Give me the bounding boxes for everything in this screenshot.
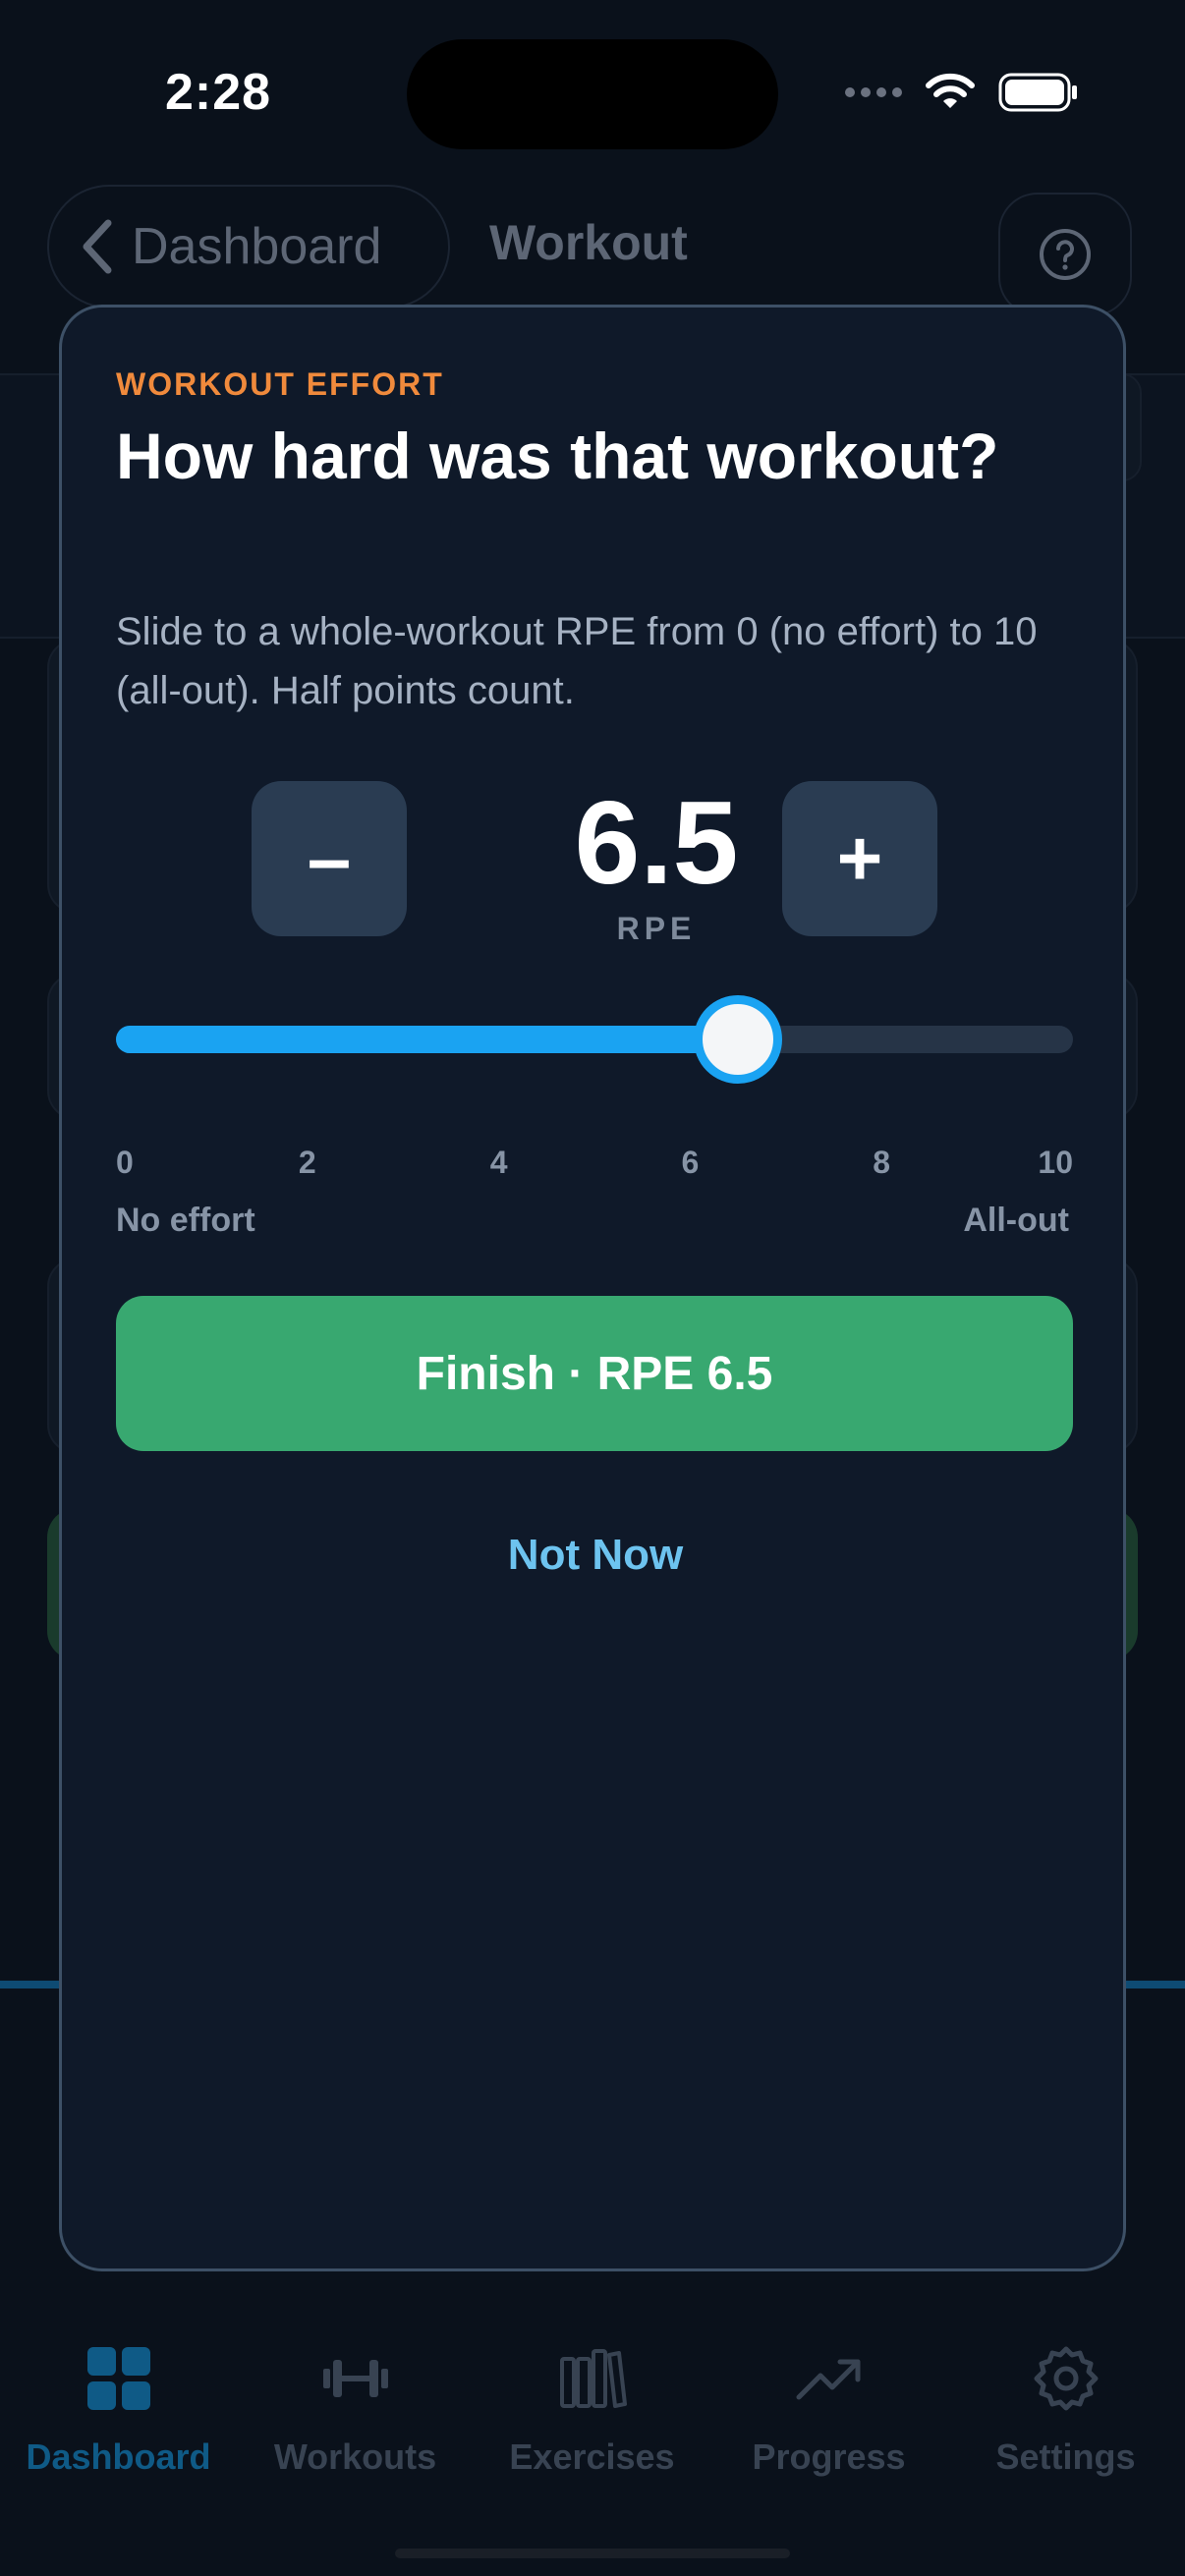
decrease-rpe-button[interactable]: – — [252, 781, 407, 936]
slider-tick-label: 2 — [298, 1145, 316, 1180]
trend-icon — [793, 2342, 866, 2415]
tab-progress[interactable]: Progress — [710, 2289, 947, 2576]
tab-workouts[interactable]: Workouts — [237, 2289, 474, 2576]
home-indicator — [395, 2548, 790, 2558]
tab-bar: Dashboard Workouts Exercises Progress Se… — [0, 2289, 1185, 2576]
tab-label: Exercises — [509, 2436, 675, 2477]
slider-tick-label: 8 — [873, 1145, 891, 1180]
modal-title: How hard was that workout? — [116, 420, 999, 492]
tab-label: Settings — [995, 2436, 1136, 2477]
slider-tick-label: 4 — [489, 1145, 508, 1180]
not-now-button[interactable]: Not Now — [399, 1516, 792, 1595]
slider-tick-label: 0 — [116, 1145, 134, 1180]
finish-button[interactable]: Finish · RPE 6.5 — [116, 1296, 1073, 1451]
tab-settings[interactable]: Settings — [947, 2289, 1184, 2576]
chevron-left-icon — [83, 219, 112, 274]
signal-dots-icon — [845, 87, 902, 97]
tab-dashboard[interactable]: Dashboard — [0, 2289, 237, 2576]
min-label: No effort — [116, 1202, 255, 1239]
status-icons — [845, 73, 1079, 112]
back-label: Dashboard — [132, 218, 382, 275]
back-button[interactable]: Dashboard — [47, 185, 450, 308]
dynamic-island — [407, 39, 778, 149]
gear-icon — [1030, 2342, 1102, 2415]
slider-thumb[interactable] — [694, 995, 783, 1084]
wifi-icon — [926, 73, 975, 108]
dashboard-icon — [83, 2342, 155, 2415]
modal-subtitle: Slide to a whole-workout RPE from 0 (no … — [116, 610, 1038, 712]
slider-tick-label: 10 — [1038, 1145, 1073, 1180]
dumbbell-icon — [319, 2342, 392, 2415]
question-circle-icon — [1040, 229, 1091, 280]
slider-tick-label: 6 — [681, 1145, 700, 1180]
status-time: 2:28 — [165, 64, 272, 121]
rpe-modal: WORKOUT EFFORT How hard was that workout… — [59, 305, 1126, 2271]
tab-label: Dashboard — [26, 2436, 211, 2477]
library-icon — [556, 2342, 629, 2415]
tab-label: Progress — [752, 2436, 906, 2477]
modal-eyebrow: WORKOUT EFFORT — [116, 366, 444, 402]
tab-label: Workouts — [273, 2436, 437, 2477]
slider-tick-labels: 0 2 4 6 8 10 — [116, 1145, 1073, 1184]
help-button[interactable] — [998, 193, 1132, 316]
battery-icon — [998, 73, 1077, 112]
slider-fill — [116, 1026, 739, 1053]
page-title: Workout — [489, 215, 688, 270]
max-label: All-out — [963, 1202, 1069, 1239]
rpe-slider[interactable] — [116, 995, 1073, 1084]
tab-exercises[interactable]: Exercises — [474, 2289, 710, 2576]
increase-rpe-button[interactable]: + — [782, 781, 937, 936]
